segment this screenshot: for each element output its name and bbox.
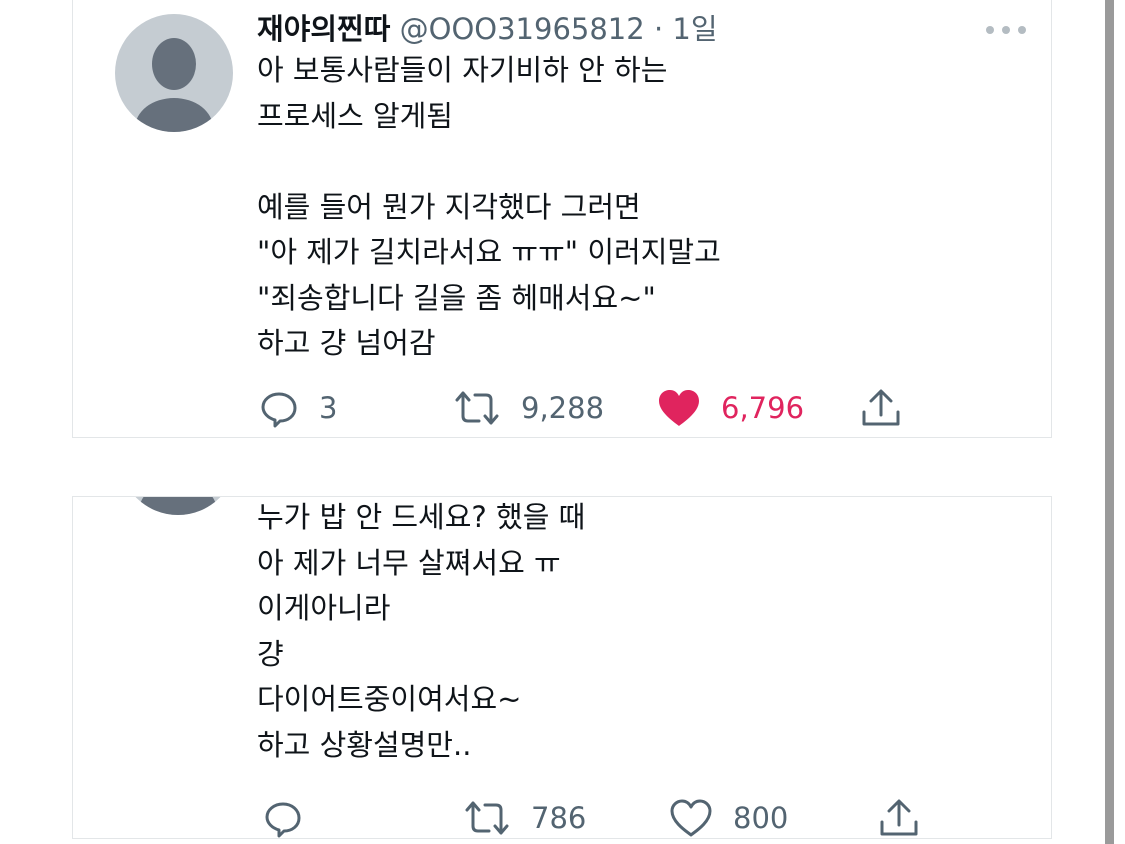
more-dot xyxy=(986,26,994,34)
retweet-count: 9,288 xyxy=(521,391,605,425)
tweet-card[interactable]: 재야의찐따 @OOO31965812 · 1일 아 보통사람들이 자기비하 안 … xyxy=(72,0,1052,438)
more-dot xyxy=(1002,26,1010,34)
tweet-actions: 3 9,288 6,796 xyxy=(73,383,1051,433)
reply-icon xyxy=(261,392,297,428)
avatar-body-shape xyxy=(139,497,217,515)
more-dot xyxy=(1018,26,1026,34)
reply-button[interactable] xyxy=(263,793,323,838)
retweet-count: 786 xyxy=(531,801,587,835)
avatar-body-shape xyxy=(135,98,213,132)
retweet-icon xyxy=(465,801,509,835)
heart-outline-icon xyxy=(670,799,712,837)
tweet-text: 아 보통사람들이 자기비하 안 하는 프로세스 알게됨 예를 들어 뭔가 지각했… xyxy=(257,53,721,360)
tweet-text: 누가 밥 안 드세요? 했을 때 아 제가 너무 살쪄서요 ㅠ 이게아니라 걍 … xyxy=(257,500,586,762)
like-button[interactable]: 800 xyxy=(669,793,789,838)
like-count: 800 xyxy=(733,801,789,835)
retweet-button[interactable]: 786 xyxy=(463,793,587,838)
share-button[interactable] xyxy=(877,793,921,838)
share-button[interactable] xyxy=(859,383,903,433)
more-options-icon[interactable] xyxy=(986,25,1026,35)
user-handle[interactable]: @OOO31965812 xyxy=(400,12,645,46)
avatar[interactable] xyxy=(119,497,237,515)
timestamp[interactable]: 1일 xyxy=(672,12,717,46)
retweet-icon xyxy=(455,391,499,425)
avatar-head-shape xyxy=(152,38,196,90)
reply-count: 3 xyxy=(319,391,338,425)
share-icon xyxy=(880,799,918,836)
scrollbar[interactable] xyxy=(1105,0,1114,844)
like-count: 6,796 xyxy=(721,391,805,425)
reply-button[interactable]: 3 xyxy=(259,383,337,433)
like-button[interactable]: 6,796 xyxy=(657,383,804,433)
reply-icon xyxy=(265,802,301,838)
share-icon xyxy=(862,389,900,426)
retweet-button[interactable]: 9,288 xyxy=(453,383,604,433)
avatar[interactable] xyxy=(115,14,233,132)
display-name[interactable]: 재야의찐따 xyxy=(257,12,390,46)
tweet-card[interactable]: 누가 밥 안 드세요? 했을 때 아 제가 너무 살쪄서요 ㅠ 이게아니라 걍 … xyxy=(72,496,1052,839)
tweet-actions: 786 800 xyxy=(73,793,1051,838)
heart-filled-icon xyxy=(659,390,699,426)
tweet-header: 재야의찐따 @OOO31965812 · 1일 xyxy=(257,9,718,49)
header-separator: · xyxy=(653,12,664,46)
